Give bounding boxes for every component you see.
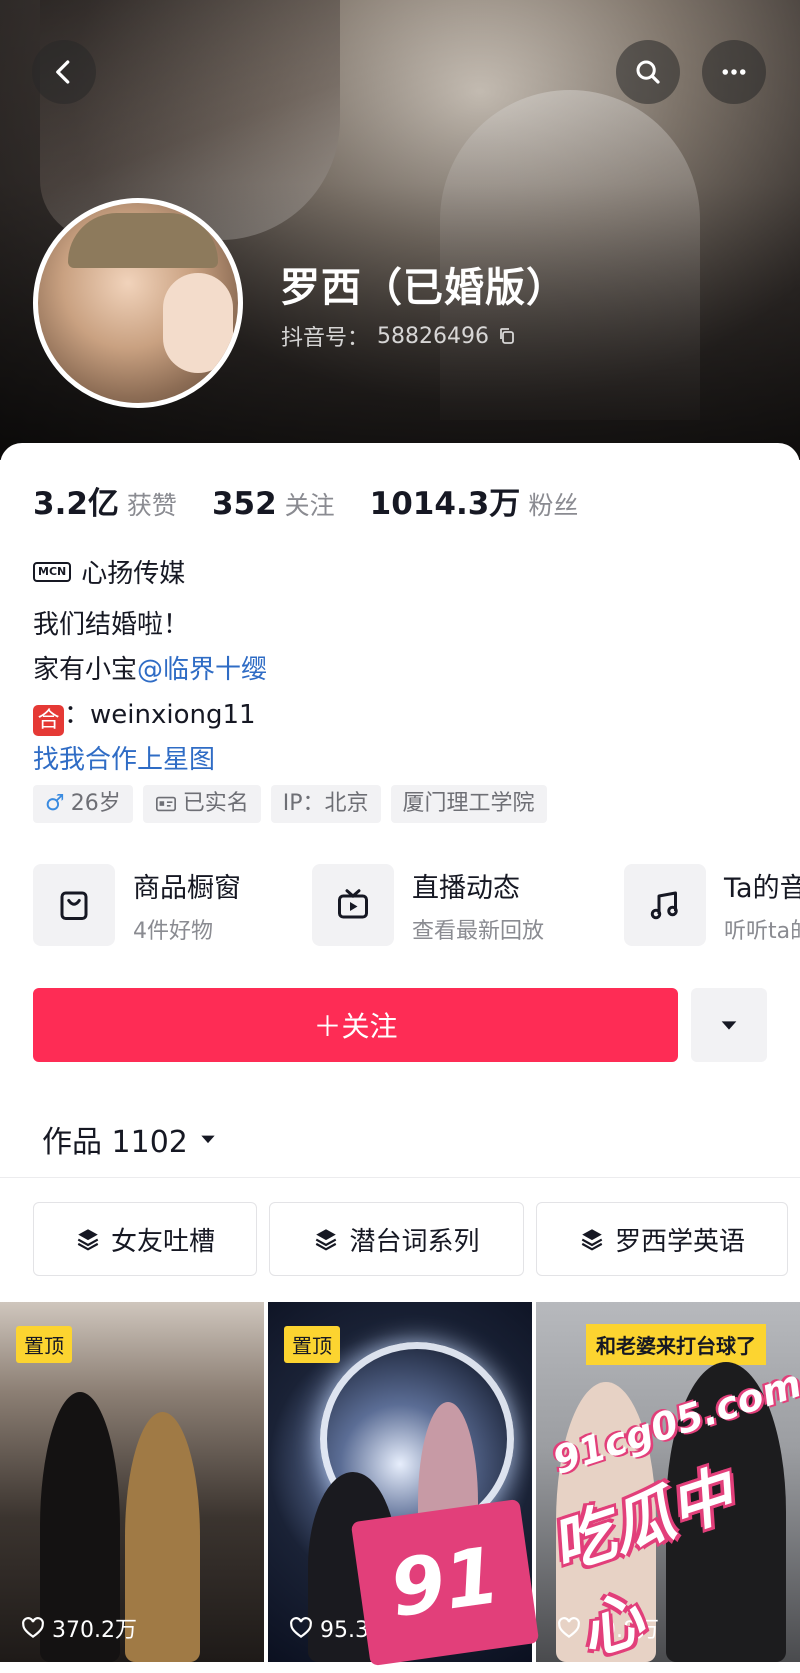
profile-nickname: 罗西（已婚版） (280, 265, 567, 311)
bio-line: 家有小宝@临界十缨 (33, 655, 268, 685)
bio-line: 我们结婚啦！ (33, 610, 190, 640)
feature-shop-window[interactable]: 商品橱窗 4件好物 (33, 863, 241, 947)
follow-button[interactable]: ＋关注 (33, 988, 678, 1062)
back-button[interactable] (32, 40, 96, 104)
mention-link[interactable]: @临界十缨 (137, 655, 267, 685)
divider (0, 1177, 800, 1178)
likes-count[interactable]: 3.2亿 (33, 478, 119, 523)
pinned-badge: 置顶 (16, 1326, 72, 1363)
mcn-agency[interactable]: MCN 心扬传媒 (33, 553, 185, 590)
works-label: 作品 1102 (42, 1125, 188, 1160)
feature-live[interactable]: 直播动态 查看最新回放 (312, 863, 544, 947)
tv-icon (338, 889, 368, 919)
search-icon (636, 60, 660, 84)
video-likes: 370.2万 (20, 1612, 137, 1644)
chevron-left-icon (56, 60, 70, 84)
douyin-id[interactable]: 抖音号： 58826496 (281, 320, 517, 352)
tag-school[interactable]: 厦门理工学院 (390, 785, 547, 823)
id-card-icon (155, 796, 176, 812)
feature-entries: 商品橱窗 4件好物 直播动态 查看最新回放 Ta的音乐 听听ta的音乐 (33, 863, 800, 947)
mcn-name: 心扬传媒 (81, 559, 186, 589)
layers-icon (316, 1229, 337, 1251)
tag-age: ♂ 26岁 (33, 785, 133, 823)
follow-dropdown-button[interactable] (691, 988, 767, 1062)
mcn-icon: MCN (33, 561, 72, 582)
ellipsis-icon (722, 69, 746, 75)
layers-icon (77, 1229, 99, 1251)
heart-icon (22, 1617, 44, 1638)
collection-chip[interactable]: 潜台词系列 (269, 1202, 524, 1276)
triangle-down-icon (721, 1021, 737, 1030)
male-icon: ♂ (45, 791, 65, 816)
triangle-down-icon (201, 1135, 215, 1144)
star-map-link[interactable]: 找我合作上星图 (33, 738, 267, 783)
search-button[interactable] (616, 40, 680, 104)
following-label: 关注 (284, 491, 335, 520)
tag-verified: 已实名 (142, 785, 261, 823)
douyin-id-label: 抖音号： (281, 326, 370, 351)
avatar[interactable] (33, 198, 243, 408)
profile-bio: 我们结婚啦！ 家有小宝@临界十缨 合：weinxiong11 找我合作上星图 (33, 603, 267, 783)
collection-chip[interactable]: 女友吐槽 (33, 1202, 257, 1276)
collection-chips: 女友吐槽 潜台词系列 罗西学英语 (33, 1202, 788, 1276)
layers-icon (581, 1229, 603, 1251)
likes-label: 获赞 (126, 491, 177, 520)
bag-icon (60, 891, 88, 920)
video-caption: 和老婆来打台球了 (586, 1324, 766, 1365)
bio-line: 合：weinxiong11 (33, 693, 267, 738)
profile-tags: ♂ 26岁 已实名 IP：北京 厦门理工学院 (33, 785, 547, 823)
video-thumbnail[interactable]: 置顶 370.2万 (0, 1302, 264, 1662)
pinned-badge: 置顶 (284, 1326, 340, 1363)
douyin-id-value: 58826496 (377, 323, 489, 349)
followers-count[interactable]: 1014.3万 (370, 478, 521, 523)
following-count[interactable]: 352 (212, 486, 277, 522)
followers-label: 粉丝 (528, 491, 579, 520)
heart-icon (290, 1617, 312, 1638)
collection-chip[interactable]: 罗西学英语 (536, 1202, 788, 1276)
cooperation-badge-icon: 合 (33, 705, 64, 736)
works-tab[interactable]: 作品 1102 (42, 1117, 218, 1161)
tag-ip: IP：北京 (270, 785, 381, 823)
more-options-button[interactable] (702, 40, 766, 104)
music-note-icon (650, 891, 678, 920)
watermark-logo: 91 (350, 1498, 540, 1667)
copy-icon[interactable] (497, 326, 517, 346)
feature-music[interactable]: Ta的音乐 听听ta的音乐 (624, 863, 800, 947)
profile-stats: 3.2亿 获赞 352 关注 1014.3万 粉丝 (33, 478, 613, 523)
